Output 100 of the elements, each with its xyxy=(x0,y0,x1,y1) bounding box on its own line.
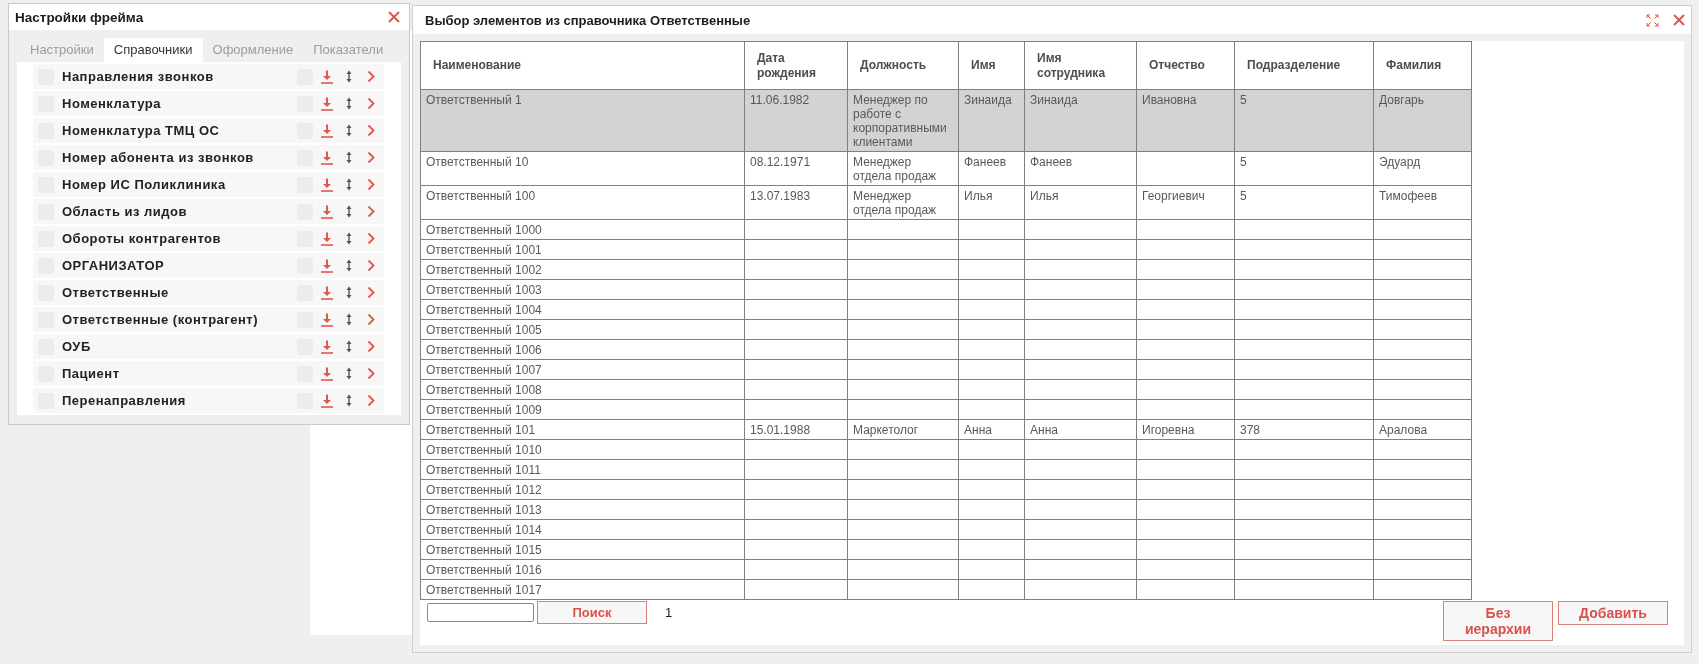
chevron-right-icon[interactable] xyxy=(367,340,375,353)
list-row[interactable]: Номенклатура xyxy=(33,91,384,116)
up-down-arrow-icon[interactable] xyxy=(346,124,352,137)
download-icon[interactable] xyxy=(321,69,333,84)
table-cell: Ответственный 1012 xyxy=(420,479,745,500)
table-cell: Ивановна xyxy=(1136,89,1235,152)
table-row[interactable]: Ответственный 1 11.06.1982 Менеджер по работе с корпоративными клиентами Зинаида Зинаида Ивановна 5 Довгарь xyxy=(420,89,1472,152)
list-row[interactable]: Ответственные xyxy=(33,280,384,305)
up-down-arrow-icon[interactable] xyxy=(346,286,352,299)
catalog-name: Номенклатура xyxy=(62,96,162,111)
table-row[interactable]: Ответственный 1006 xyxy=(420,339,1472,360)
list-row[interactable]: ОРГАНИЗАТОР xyxy=(33,253,384,278)
table-row[interactable]: Ответственный 1001 xyxy=(420,239,1472,260)
close-icon[interactable] xyxy=(388,11,400,23)
up-down-arrow-icon[interactable] xyxy=(346,97,352,110)
up-down-arrow-icon[interactable] xyxy=(346,205,352,218)
table-row[interactable]: Ответственный 100 13.07.1983 Менеджер отдела продаж Илья Илья Георгиевич 5 Тимофеев xyxy=(420,185,1472,220)
chevron-right-icon[interactable] xyxy=(367,394,375,407)
expand-icon[interactable] xyxy=(1646,13,1659,27)
up-down-arrow-icon[interactable] xyxy=(346,367,352,380)
table-cell: Игоревна xyxy=(1136,419,1235,440)
chevron-right-icon[interactable] xyxy=(367,97,375,110)
list-row[interactable]: Номер ИС Поликлиника xyxy=(33,172,384,197)
table-row[interactable]: Ответственный 1010 xyxy=(420,439,1472,460)
table-row[interactable]: Ответственный 1008 xyxy=(420,379,1472,400)
download-icon[interactable] xyxy=(321,285,333,300)
table-row[interactable]: Ответственный 1014 xyxy=(420,519,1472,540)
close-icon[interactable] xyxy=(1673,14,1685,26)
table-cell: Ответственный 1010 xyxy=(420,439,745,460)
up-down-arrow-icon[interactable] xyxy=(346,151,352,164)
table-cell: Ответственный 1 xyxy=(420,89,745,152)
download-icon[interactable] xyxy=(321,366,333,381)
catalog-name: Ответственные xyxy=(62,285,170,300)
table-row[interactable]: Ответственный 1011 xyxy=(420,459,1472,480)
list-row[interactable]: Перенаправления xyxy=(33,388,384,413)
table-cell xyxy=(958,319,1025,340)
table-row[interactable]: Ответственный 1000 xyxy=(420,219,1472,240)
catalog-name: Ответственные (контрагент) xyxy=(62,312,260,327)
list-row[interactable]: Обороты контрагентов xyxy=(33,226,384,251)
chevron-right-icon[interactable] xyxy=(367,232,375,245)
up-down-arrow-icon[interactable] xyxy=(346,178,352,191)
table-row[interactable]: Ответственный 1017 xyxy=(420,579,1472,600)
table-row[interactable]: Ответственный 10 08.12.1971 Менеджер отдела продаж Фанеев Фанеев 5 Эдуард xyxy=(420,151,1472,186)
up-down-arrow-icon[interactable] xyxy=(346,70,352,83)
chevron-right-icon[interactable] xyxy=(367,313,375,326)
download-icon[interactable] xyxy=(321,177,333,192)
table-row[interactable]: Ответственный 1004 xyxy=(420,299,1472,320)
column-header: Имя сотрудника xyxy=(1024,41,1137,90)
up-down-arrow-icon[interactable] xyxy=(346,313,352,326)
list-row[interactable]: Номенклатура ТМЦ ОС xyxy=(33,118,384,143)
search-button[interactable]: Поиск xyxy=(537,601,647,624)
list-row[interactable]: Область из лидов xyxy=(33,199,384,224)
tab[interactable]: Справочники xyxy=(103,38,203,62)
table-row[interactable]: Ответственный 1009 xyxy=(420,399,1472,420)
table-row[interactable]: Ответственный 1016 xyxy=(420,559,1472,580)
download-icon[interactable] xyxy=(321,339,333,354)
table-row[interactable]: Ответственный 1015 xyxy=(420,539,1472,560)
chevron-right-icon[interactable] xyxy=(367,286,375,299)
up-down-arrow-icon[interactable] xyxy=(346,259,352,272)
table-cell xyxy=(958,259,1025,280)
list-row[interactable]: Номер абонента из звонков xyxy=(33,145,384,170)
add-button[interactable]: Добавить xyxy=(1558,601,1668,625)
search-field[interactable] xyxy=(427,603,534,622)
dialog-title: Выбор элементов из справочника Ответственные xyxy=(425,12,752,28)
table-cell xyxy=(958,399,1025,420)
chevron-right-icon[interactable] xyxy=(367,124,375,137)
table-cell: Анна xyxy=(1024,419,1137,440)
chevron-right-icon[interactable] xyxy=(367,259,375,272)
table-row[interactable]: Ответственный 1002 xyxy=(420,259,1472,280)
chevron-right-icon[interactable] xyxy=(367,178,375,191)
list-row[interactable]: ОУБ xyxy=(33,334,384,359)
up-down-arrow-icon[interactable] xyxy=(346,340,352,353)
chevron-right-icon[interactable] xyxy=(367,70,375,83)
column-header: Имя xyxy=(958,41,1025,90)
download-icon[interactable] xyxy=(321,231,333,246)
download-icon[interactable] xyxy=(321,150,333,165)
catalog-name: Направления звонков xyxy=(62,69,215,84)
download-icon[interactable] xyxy=(321,258,333,273)
up-down-arrow-icon[interactable] xyxy=(346,394,352,407)
download-icon[interactable] xyxy=(321,96,333,111)
chevron-right-icon[interactable] xyxy=(367,205,375,218)
table-row[interactable]: Ответственный 1007 xyxy=(420,359,1472,380)
table-row[interactable]: Ответственный 1003 xyxy=(420,279,1472,300)
table-row[interactable]: Ответственный 1005 xyxy=(420,319,1472,340)
table-row[interactable]: Ответственный 101 15.01.1988 Маркетолог Анна Анна Игоревна 378 Аралова xyxy=(420,419,1472,440)
download-icon[interactable] xyxy=(321,204,333,219)
no-hierarchy-button[interactable]: Без иерархии xyxy=(1443,601,1553,641)
download-icon[interactable] xyxy=(321,123,333,138)
up-down-arrow-icon[interactable] xyxy=(346,232,352,245)
table-row[interactable]: Ответственный 1012 xyxy=(420,479,1472,500)
list-row[interactable]: Ответственные (контрагент) xyxy=(33,307,384,332)
catalog-name: ОУБ xyxy=(62,339,92,354)
page-number[interactable]: 1 xyxy=(665,601,673,624)
chevron-right-icon[interactable] xyxy=(367,367,375,380)
table-row[interactable]: Ответственный 1013 xyxy=(420,499,1472,520)
download-icon[interactable] xyxy=(321,312,333,327)
list-row[interactable]: Направления звонков xyxy=(33,64,384,89)
chevron-right-icon[interactable] xyxy=(367,151,375,164)
list-row[interactable]: Пациент xyxy=(33,361,384,386)
download-icon[interactable] xyxy=(321,393,333,408)
